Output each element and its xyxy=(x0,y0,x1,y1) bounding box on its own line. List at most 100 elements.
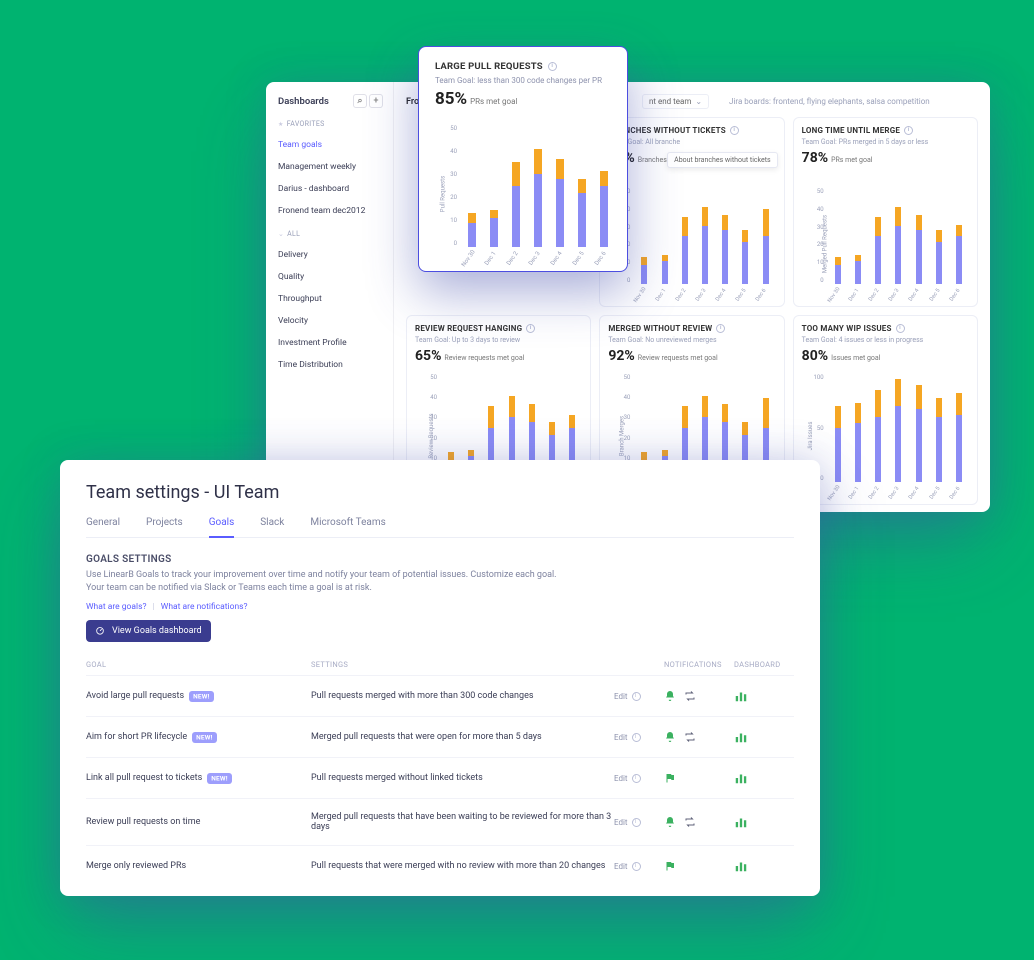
info-icon[interactable] xyxy=(632,733,641,742)
tab-microsoft-teams[interactable]: Microsoft Teams xyxy=(310,517,385,537)
info-icon[interactable] xyxy=(632,862,641,871)
tile-pct: 78% xyxy=(802,150,828,166)
link-what-are-goals[interactable]: What are goals? xyxy=(86,602,147,612)
metric-tile[interactable]: LONG TIME UNTIL MERGE Team Goal: PRs merg… xyxy=(793,117,978,307)
metric-tile[interactable]: TOO MANY WIP ISSUESTeam Goal: 4 issues o… xyxy=(793,315,978,505)
sidebar-all-list: DeliveryQualityThroughputVelocityInvestm… xyxy=(278,244,383,376)
tile-pct: 65% xyxy=(415,348,441,364)
goal-dashboard-link[interactable] xyxy=(734,771,794,785)
sidebar-title: Dashboards xyxy=(278,96,329,107)
tile-pct-label: Review requests met goal xyxy=(444,354,524,362)
popup-goal: Team Goal: less than 300 code changes pe… xyxy=(435,76,613,85)
repeat-icon[interactable] xyxy=(684,690,696,702)
chart-popup-large-pull-requests: LARGE PULL REQUESTS Team Goal: less than… xyxy=(418,46,628,272)
sidebar-item[interactable]: Darius - dashboard xyxy=(278,178,383,200)
sidebar-item[interactable]: Management weekly xyxy=(278,156,383,178)
sidebar-add-button[interactable]: + xyxy=(369,94,383,108)
view-goals-dashboard-button[interactable]: View Goals dashboard xyxy=(86,620,211,642)
star-icon: ★ xyxy=(278,121,284,128)
sidebar-search-button[interactable]: ⌕ xyxy=(353,94,367,108)
tile-goal: Team Goal: All branche xyxy=(608,138,775,146)
sidebar-item[interactable]: Quality xyxy=(278,266,383,288)
info-icon[interactable] xyxy=(632,818,641,827)
info-icon[interactable] xyxy=(632,774,641,783)
team-selector[interactable]: nt end team ⌄ xyxy=(642,94,709,109)
section-description: Use LinearB Goals to track your improvem… xyxy=(86,569,566,594)
edit-link[interactable]: Edit xyxy=(614,862,628,871)
goal-row: Aim for short PR lifecycle NEW! Merged pul… xyxy=(86,716,794,757)
sidebar-item[interactable]: Throughput xyxy=(278,288,383,310)
goal-row: Avoid large pull requestsNEW!Pull reques… xyxy=(86,675,794,716)
info-icon[interactable] xyxy=(904,126,913,135)
tile-goal: Team Goal: No unreviewed merges xyxy=(608,336,775,344)
new-badge: NEW! xyxy=(207,773,232,784)
settings-title: Team settings - UI Team xyxy=(86,482,794,503)
repeat-icon[interactable] xyxy=(684,816,696,828)
info-icon[interactable] xyxy=(896,324,905,333)
sidebar-item[interactable]: Time Distribution xyxy=(278,354,383,376)
sidebar-item[interactable]: Fronend team dec2012 xyxy=(278,200,383,222)
goal-row: Link all pull request to ticketsNEW!Pull… xyxy=(86,757,794,798)
tab-goals[interactable]: Goals xyxy=(209,517,235,538)
tile-goal: Team Goal: 4 issues or less in progress xyxy=(802,336,969,344)
team-settings-window: Team settings - UI Team General Projects G… xyxy=(60,460,820,896)
flag-icon[interactable] xyxy=(664,860,676,872)
info-icon[interactable] xyxy=(632,692,641,701)
info-icon[interactable] xyxy=(716,324,725,333)
flag-icon[interactable] xyxy=(664,772,676,784)
info-icon[interactable] xyxy=(730,126,739,135)
tile-pct: 92% xyxy=(608,348,634,364)
goal-settings-text: Pull requests that were merged with no r… xyxy=(311,861,614,871)
goal-notifications xyxy=(664,860,734,872)
goal-notifications xyxy=(664,731,734,743)
new-badge: NEW! xyxy=(189,691,214,702)
goal-notifications xyxy=(664,816,734,828)
tile-title: MERGED WITHOUT REVIEW xyxy=(608,324,712,333)
popup-chart: Pull Requests 50403020100Nov 30Dec 1Dec … xyxy=(427,125,619,263)
goal-dashboard-link[interactable] xyxy=(734,859,794,873)
col-settings: SETTINGS xyxy=(311,660,614,669)
goal-row: Merge only reviewed PRs Pull requests tha… xyxy=(86,845,794,886)
popup-pct-label: PRs met goal xyxy=(470,97,517,106)
sidebar-item[interactable]: Velocity xyxy=(278,310,383,332)
tile-goal: Team Goal: PRs merged in 5 days or less xyxy=(802,138,969,146)
info-icon[interactable] xyxy=(526,324,535,333)
goal-name: Merge only reviewed PRs xyxy=(86,861,186,871)
bell-icon[interactable] xyxy=(664,731,676,743)
tab-general[interactable]: General xyxy=(86,517,120,537)
chevron-down-icon: ⌄ xyxy=(695,97,702,106)
edit-link[interactable]: Edit xyxy=(614,774,628,783)
sidebar-item[interactable]: Team goals xyxy=(278,134,383,156)
goal-settings-text: Merged pull requests that have been wait… xyxy=(311,812,614,832)
col-notifications: NOTIFICATIONS xyxy=(664,660,734,669)
sidebar-item[interactable]: Delivery xyxy=(278,244,383,266)
goal-name: Aim for short PR lifecycle xyxy=(86,732,187,742)
edit-link[interactable]: Edit xyxy=(614,733,628,742)
new-badge: NEW! xyxy=(192,732,217,743)
tile-title: LONG TIME UNTIL MERGE xyxy=(802,126,900,135)
boards-subtitle: Jira boards: frontend, flying elephants,… xyxy=(729,97,930,106)
popup-pct: 85% xyxy=(435,89,467,109)
tab-slack[interactable]: Slack xyxy=(260,517,284,537)
link-what-are-notifications[interactable]: What are notifications? xyxy=(161,602,248,612)
goal-dashboard-link[interactable] xyxy=(734,730,794,744)
info-icon[interactable] xyxy=(548,62,557,71)
goal-dashboard-link[interactable] xyxy=(734,815,794,829)
tab-projects[interactable]: Projects xyxy=(146,517,183,537)
goals-table: GOAL SETTINGS NOTIFICATIONS DASHBOARD Av… xyxy=(86,660,794,886)
goal-settings-text: Merged pull requests that were open for … xyxy=(311,732,614,742)
bell-icon[interactable] xyxy=(664,816,676,828)
sidebar-item[interactable]: Investment Profile xyxy=(278,332,383,354)
edit-link[interactable]: Edit xyxy=(614,692,628,701)
goal-name: Review pull requests on time xyxy=(86,817,200,827)
repeat-icon[interactable] xyxy=(684,731,696,743)
goal-name: Link all pull request to tickets xyxy=(86,773,202,783)
goal-settings-text: Pull requests merged with more than 300 … xyxy=(311,691,614,701)
sidebar-favorites-list: Team goalsManagement weeklyDarius - dash… xyxy=(278,134,383,222)
goal-dashboard-link[interactable] xyxy=(734,689,794,703)
bell-icon[interactable] xyxy=(664,690,676,702)
dashboard-icon xyxy=(95,625,107,637)
edit-link[interactable]: Edit xyxy=(614,818,628,827)
tile-tooltip: About branches without tickets xyxy=(667,152,778,168)
tile-chart: Jira Issues100500Nov 30Dec 1Dec 2Dec 3De… xyxy=(798,374,973,498)
